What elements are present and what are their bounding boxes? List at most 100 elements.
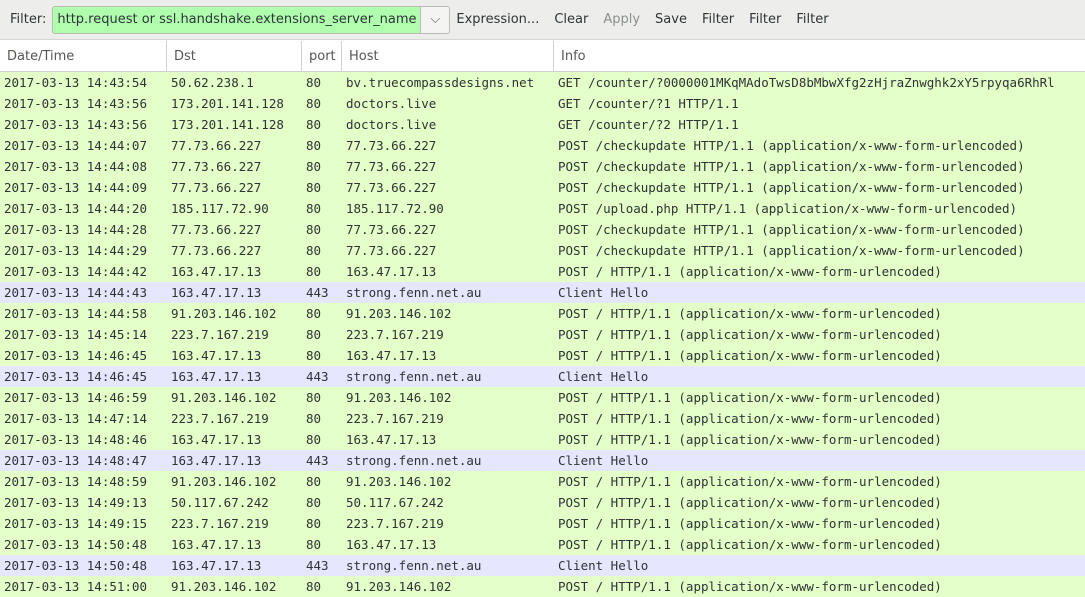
cell-datetime: 2017-03-13 14:43:56 bbox=[4, 96, 147, 111]
save-button[interactable]: Save bbox=[655, 12, 687, 27]
column-header-host[interactable]: Host bbox=[342, 41, 554, 71]
cell-port: 80 bbox=[306, 516, 322, 531]
column-header-info[interactable]: Info bbox=[554, 41, 1085, 71]
cell-datetime: 2017-03-13 14:44:58 bbox=[4, 306, 147, 321]
filter-button-3[interactable]: Filter bbox=[796, 12, 828, 27]
cell-port: 80 bbox=[306, 327, 322, 342]
packet-row[interactable]: 2017-03-13 14:46:59 91.203.146.102 80 91.20… bbox=[0, 387, 1085, 408]
display-filter-input[interactable] bbox=[53, 6, 421, 33]
cell-host: 223.7.167.219 bbox=[346, 516, 444, 531]
cell-host: 223.7.167.219 bbox=[346, 327, 444, 342]
cell-info: POST /checkupdate HTTP/1.1 (application/… bbox=[558, 138, 1025, 153]
cell-port: 80 bbox=[306, 495, 322, 510]
chevron-down-icon[interactable]: ⌵ bbox=[420, 6, 450, 33]
cell-host: 163.47.17.13 bbox=[346, 537, 437, 552]
cell-dst: 91.203.146.102 bbox=[171, 306, 277, 321]
cell-dst: 163.47.17.13 bbox=[171, 453, 262, 468]
column-header-dst[interactable]: Dst bbox=[167, 41, 302, 71]
cell-datetime: 2017-03-13 14:48:47 bbox=[4, 453, 147, 468]
cell-host: 77.73.66.227 bbox=[346, 243, 437, 258]
cell-info: POST / HTTP/1.1 (application/x-www-form-… bbox=[558, 348, 942, 363]
packet-row[interactable]: 2017-03-13 14:44:43 163.47.17.13 443 strong… bbox=[0, 282, 1085, 303]
cell-datetime: 2017-03-13 14:50:48 bbox=[4, 537, 147, 552]
packet-row[interactable]: 2017-03-13 14:43:56 173.201.141.128 80 doct… bbox=[0, 93, 1085, 114]
cell-port: 443 bbox=[306, 453, 329, 468]
cell-port: 80 bbox=[306, 432, 322, 447]
packet-row[interactable]: 2017-03-13 14:48:59 91.203.146.102 80 91.20… bbox=[0, 471, 1085, 492]
packet-row[interactable]: 2017-03-13 14:44:42 163.47.17.13 80 163.47.… bbox=[0, 261, 1085, 282]
filter-button-2[interactable]: Filter bbox=[749, 12, 781, 27]
cell-dst: 185.117.72.90 bbox=[171, 201, 269, 216]
cell-dst: 223.7.167.219 bbox=[171, 516, 269, 531]
cell-host: 77.73.66.227 bbox=[346, 180, 437, 195]
cell-port: 80 bbox=[306, 264, 322, 279]
cell-port: 80 bbox=[306, 390, 322, 405]
cell-host: 91.203.146.102 bbox=[346, 579, 452, 594]
cell-host: strong.fenn.net.au bbox=[346, 558, 482, 573]
packet-row[interactable]: 2017-03-13 14:45:14 223.7.167.219 80 223.7.… bbox=[0, 324, 1085, 345]
cell-info: POST /checkupdate HTTP/1.1 (application/… bbox=[558, 243, 1025, 258]
packet-row[interactable]: 2017-03-13 14:44:08 77.73.66.227 80 77.73.6… bbox=[0, 156, 1085, 177]
cell-dst: 163.47.17.13 bbox=[171, 264, 262, 279]
cell-dst: 50.62.238.1 bbox=[171, 75, 254, 90]
cell-dst: 50.117.67.242 bbox=[171, 495, 269, 510]
cell-info: Client Hello bbox=[558, 285, 649, 300]
cell-dst: 91.203.146.102 bbox=[171, 474, 277, 489]
packet-row[interactable]: 2017-03-13 14:46:45 163.47.17.13 443 strong… bbox=[0, 366, 1085, 387]
cell-host: 91.203.146.102 bbox=[346, 390, 452, 405]
filter-button-1[interactable]: Filter bbox=[702, 12, 734, 27]
packet-row[interactable]: 2017-03-13 14:51:00 91.203.146.102 80 91.20… bbox=[0, 576, 1085, 597]
cell-datetime: 2017-03-13 14:51:00 bbox=[4, 579, 147, 594]
cell-host: 163.47.17.13 bbox=[346, 264, 437, 279]
packet-list: 2017-03-13 14:43:54 50.62.238.1 80 bv.truec… bbox=[0, 72, 1085, 597]
expression-button[interactable]: Expression... bbox=[456, 12, 539, 27]
clear-button[interactable]: Clear bbox=[554, 12, 588, 27]
cell-datetime: 2017-03-13 14:50:48 bbox=[4, 558, 147, 573]
packet-row[interactable]: 2017-03-13 14:44:28 77.73.66.227 80 77.73.6… bbox=[0, 219, 1085, 240]
cell-datetime: 2017-03-13 14:48:46 bbox=[4, 432, 147, 447]
cell-host: 223.7.167.219 bbox=[346, 411, 444, 426]
packet-row[interactable]: 2017-03-13 14:49:13 50.117.67.242 80 50.117… bbox=[0, 492, 1085, 513]
cell-host: 91.203.146.102 bbox=[346, 474, 452, 489]
cell-dst: 77.73.66.227 bbox=[171, 243, 262, 258]
column-header-datetime[interactable]: Date/Time bbox=[0, 41, 167, 71]
packet-row[interactable]: 2017-03-13 14:43:56 173.201.141.128 80 doct… bbox=[0, 114, 1085, 135]
filter-combo: ⌵ bbox=[52, 5, 451, 34]
packet-row[interactable]: 2017-03-13 14:46:45 163.47.17.13 80 163.47.… bbox=[0, 345, 1085, 366]
column-header-port[interactable]: port bbox=[302, 41, 342, 71]
cell-info: POST / HTTP/1.1 (application/x-www-form-… bbox=[558, 306, 942, 321]
cell-datetime: 2017-03-13 14:44:29 bbox=[4, 243, 147, 258]
cell-host: bv.truecompassdesigns.net bbox=[346, 75, 535, 90]
packet-row[interactable]: 2017-03-13 14:44:58 91.203.146.102 80 91.20… bbox=[0, 303, 1085, 324]
packet-row[interactable]: 2017-03-13 14:48:47 163.47.17.13 443 strong… bbox=[0, 450, 1085, 471]
cell-host: doctors.live bbox=[346, 96, 437, 111]
cell-datetime: 2017-03-13 14:44:09 bbox=[4, 180, 147, 195]
cell-port: 443 bbox=[306, 558, 329, 573]
packet-row[interactable]: 2017-03-13 14:48:46 163.47.17.13 80 163.47.… bbox=[0, 429, 1085, 450]
packet-row[interactable]: 2017-03-13 14:47:14 223.7.167.219 80 223.7.… bbox=[0, 408, 1085, 429]
packet-row[interactable]: 2017-03-13 14:49:15 223.7.167.219 80 223.7.… bbox=[0, 513, 1085, 534]
cell-datetime: 2017-03-13 14:45:14 bbox=[4, 327, 147, 342]
cell-port: 80 bbox=[306, 348, 322, 363]
packet-row[interactable]: 2017-03-13 14:44:29 77.73.66.227 80 77.73.6… bbox=[0, 240, 1085, 261]
packet-row[interactable]: 2017-03-13 14:44:07 77.73.66.227 80 77.73.6… bbox=[0, 135, 1085, 156]
packet-row[interactable]: 2017-03-13 14:50:48 163.47.17.13 443 strong… bbox=[0, 555, 1085, 576]
cell-info: POST /checkupdate HTTP/1.1 (application/… bbox=[558, 159, 1025, 174]
cell-info: POST /upload.php HTTP/1.1 (application/x… bbox=[558, 201, 1018, 216]
cell-datetime: 2017-03-13 14:46:59 bbox=[4, 390, 147, 405]
apply-button[interactable]: Apply bbox=[603, 12, 640, 27]
cell-dst: 163.47.17.13 bbox=[171, 348, 262, 363]
cell-info: POST / HTTP/1.1 (application/x-www-form-… bbox=[558, 390, 942, 405]
cell-port: 80 bbox=[306, 537, 322, 552]
cell-info: POST /checkupdate HTTP/1.1 (application/… bbox=[558, 222, 1025, 237]
cell-info: GET /counter/?2 HTTP/1.1 bbox=[558, 117, 739, 132]
cell-datetime: 2017-03-13 14:46:45 bbox=[4, 348, 147, 363]
cell-port: 80 bbox=[306, 474, 322, 489]
cell-datetime: 2017-03-13 14:46:45 bbox=[4, 369, 147, 384]
packet-row[interactable]: 2017-03-13 14:50:48 163.47.17.13 80 163.47.… bbox=[0, 534, 1085, 555]
packet-row[interactable]: 2017-03-13 14:44:20 185.117.72.90 80 185.11… bbox=[0, 198, 1085, 219]
cell-host: 77.73.66.227 bbox=[346, 138, 437, 153]
cell-port: 80 bbox=[306, 222, 322, 237]
packet-row[interactable]: 2017-03-13 14:43:54 50.62.238.1 80 bv.truec… bbox=[0, 72, 1085, 93]
packet-row[interactable]: 2017-03-13 14:44:09 77.73.66.227 80 77.73.6… bbox=[0, 177, 1085, 198]
